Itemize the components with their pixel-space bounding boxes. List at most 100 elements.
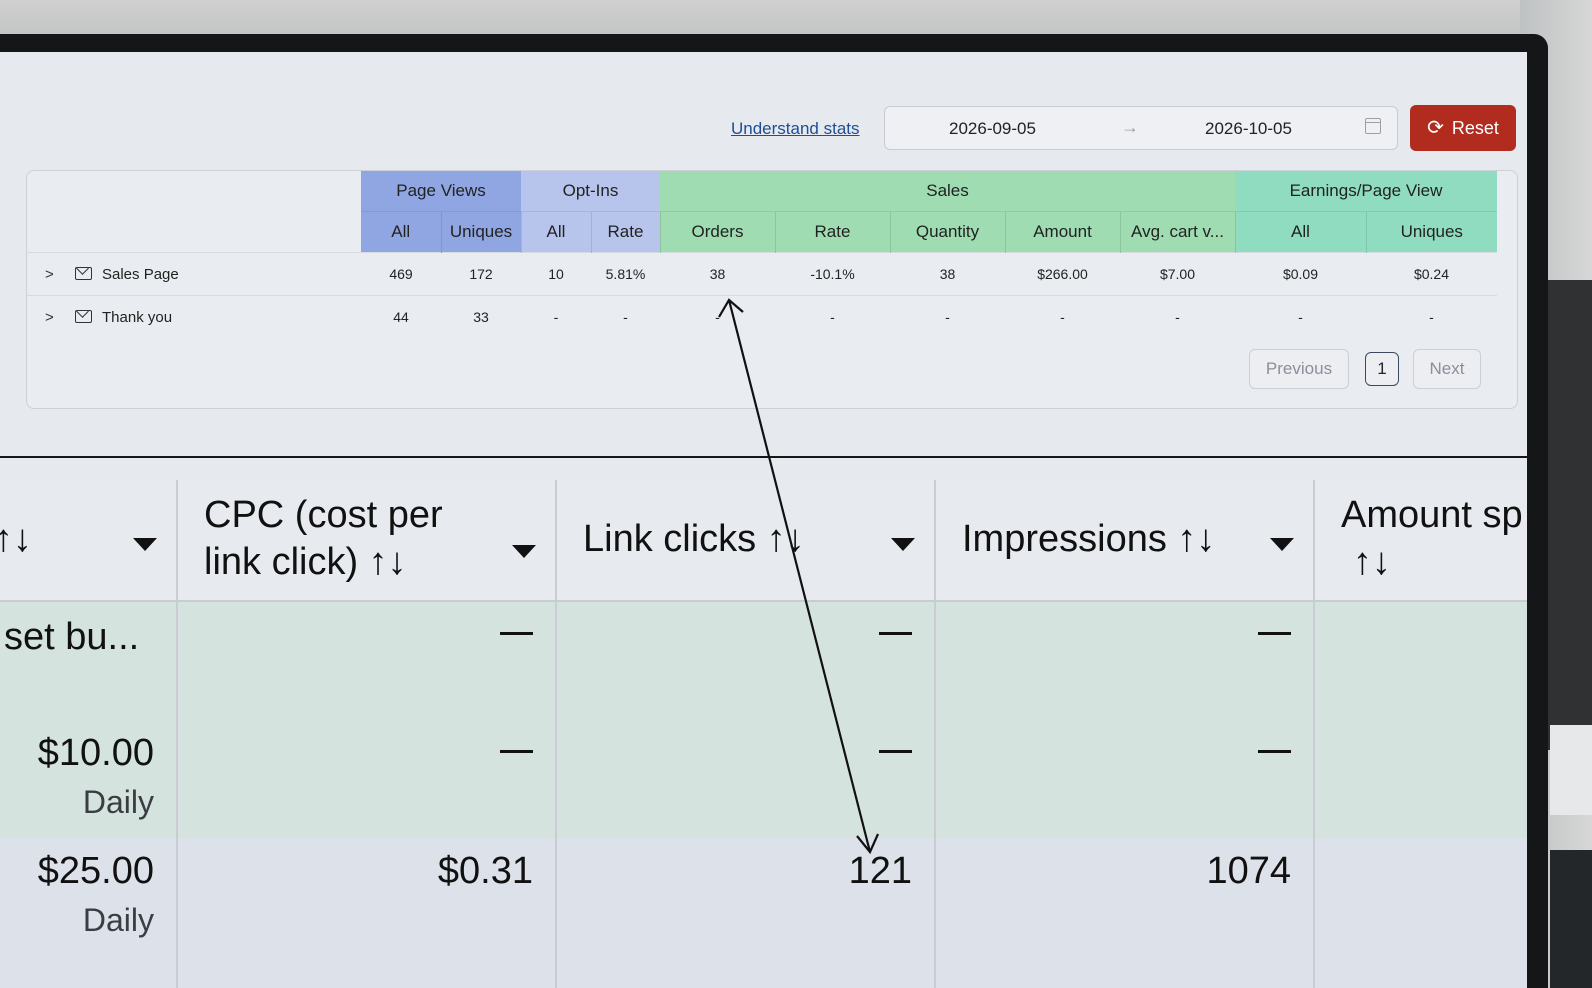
background-keyboard [1550,850,1592,988]
pagination-previous-button[interactable]: Previous [1249,349,1349,389]
calendar-icon[interactable] [1365,118,1381,134]
empty-dash [500,632,533,635]
row3-cpc-cell: $0.31 [178,838,557,988]
group-sales: Sales [660,171,1235,212]
cell-pageviews-uniques: 33 [441,295,521,338]
empty-dash [1258,750,1291,753]
cell-optins-all: - [521,295,591,338]
cell-optins-rate: - [591,295,660,338]
empty-dash [879,750,912,753]
mail-icon [75,309,92,323]
ads-table: ↑↓ CPC (cost per link click) ↑↓ Link cli… [0,480,1527,988]
cell-pageviews-all: 44 [361,295,441,338]
row1-impressions-cell [936,602,1315,720]
col-optins-all[interactable]: All [520,211,591,253]
chevron-right-icon[interactable]: > [45,309,67,326]
stats-table: Page Views Opt-Ins Sales Earnings/Page V… [27,171,1497,338]
empty-dash [1258,632,1291,635]
caret-down-icon[interactable] [512,545,536,558]
table-row[interactable]: > Sales Page 469 172 10 5.81% 38 -10.1% 3… [27,252,1497,296]
cell-epv-uniques: $0.24 [1366,252,1497,296]
col-header-impressions-label: Impressions ↑↓ [962,518,1216,560]
col-sales-quantity[interactable]: Quantity [889,211,1005,253]
cell-sales-rate: -10.1% [775,252,890,296]
section-divider [0,456,1527,458]
group-opt-ins: Opt-Ins [521,171,660,212]
arrow-right-icon: → [1121,117,1139,137]
cell-sales-avg-cart: - [1120,295,1235,338]
row3-impressions: 1074 [1206,850,1291,892]
refresh-icon: ⟳ [1427,117,1444,139]
caret-down-icon[interactable] [1270,538,1294,551]
row2-impressions-cell [936,720,1315,838]
cell-sales-avg-cart: $7.00 [1120,252,1235,296]
cell-sales-amount: - [1005,295,1120,338]
caret-down-icon[interactable] [891,538,915,551]
understand-stats-link[interactable]: Understand stats [731,119,860,139]
row2-cpc-cell [178,720,557,838]
cell-sales-orders: 38 [660,252,775,296]
col-epv-uniques[interactable]: Uniques [1365,211,1497,253]
cell-sales-quantity: - [890,295,1005,338]
row3-budget-cell: $25.00 Daily [0,838,178,988]
cell-optins-rate: 5.81% [591,252,660,296]
col-sales-orders[interactable]: Orders [659,211,775,253]
col-header-cpc[interactable]: CPC (cost per link click) ↑↓ [178,480,557,602]
mail-icon [75,266,92,280]
col-header-link-clicks-label: Link clicks ↑↓ [583,518,805,560]
date-start[interactable]: 2026-09-05 [949,119,1036,139]
col-header-cpc-line2: link click) ↑↓ [204,541,407,583]
group-earnings-per-page-view: Earnings/Page View [1235,171,1497,212]
row-name: Thank you [102,308,173,326]
col-sales-amount[interactable]: Amount [1004,211,1120,253]
date-end[interactable]: 2026-10-05 [1205,119,1292,139]
reset-button[interactable]: ⟳ Reset [1410,105,1516,151]
row1-name: set bu... [4,616,140,658]
row-name-cell: > Thank you [27,295,361,338]
col-header-link-clicks[interactable]: Link clicks ↑↓ [557,480,936,602]
row3-amount-cell [1315,838,1527,988]
row3-cpc: $0.31 [437,850,533,892]
stats-table-panel: Page Views Opt-Ins Sales Earnings/Page V… [26,170,1518,409]
monitor-screen: Understand stats 2026-09-05 → 2026-10-05… [0,52,1527,988]
cell-epv-all: - [1235,295,1366,338]
empty-dash [500,750,533,753]
col-header-budget[interactable]: ↑↓ [0,480,178,602]
row1-cpc-cell [178,602,557,720]
col-header-impressions[interactable]: Impressions ↑↓ [936,480,1315,602]
col-header-cpc-line1: CPC (cost per [204,494,443,536]
cell-sales-rate: - [775,295,890,338]
sort-icon[interactable]: ↑↓ [0,516,32,563]
row2-budget-cell: $10.00 Daily [0,720,178,838]
col-header-amount-line2: ↑↓ [1353,541,1391,583]
row2-budget: $10.00 [37,732,154,774]
pagination-page-1[interactable]: 1 [1365,352,1399,386]
table-row[interactable]: > Thank you 44 33 - - - - - - - - - [27,295,1497,338]
col-pageviews-uniques[interactable]: Uniques [440,211,521,253]
row-name: Sales Page [102,265,179,283]
cell-sales-amount: $266.00 [1005,252,1120,296]
pagination-next-button[interactable]: Next [1413,349,1481,389]
background-paper [1550,725,1592,815]
row2-budget-period: Daily [82,784,154,820]
row3-budget: $25.00 [37,850,154,892]
col-pageviews-all[interactable]: All [361,211,441,253]
caret-down-icon[interactable] [133,538,157,551]
row3-clicks: 121 [848,850,912,892]
col-epv-all[interactable]: All [1234,211,1366,253]
row1-amount-cell [1315,602,1527,720]
reset-label: Reset [1451,117,1499,138]
row-name-cell: > Sales Page [27,252,361,296]
cell-sales-quantity: 38 [890,252,1005,296]
col-optins-rate[interactable]: Rate [590,211,660,253]
row3-budget-period: Daily [82,902,154,938]
cell-pageviews-uniques: 172 [441,252,521,296]
cell-epv-uniques: - [1366,295,1497,338]
col-sales-avg-cart[interactable]: Avg. cart v... [1119,211,1235,253]
date-range-picker[interactable]: 2026-09-05 → 2026-10-05 [884,106,1398,150]
col-header-amount-spent[interactable]: Amount sp ↑↓ [1315,480,1527,602]
chevron-right-icon[interactable]: > [45,266,67,283]
row1-name-cell[interactable]: set bu... [0,602,178,720]
col-sales-rate[interactable]: Rate [774,211,890,253]
row3-clicks-cell: 121 [557,838,936,988]
